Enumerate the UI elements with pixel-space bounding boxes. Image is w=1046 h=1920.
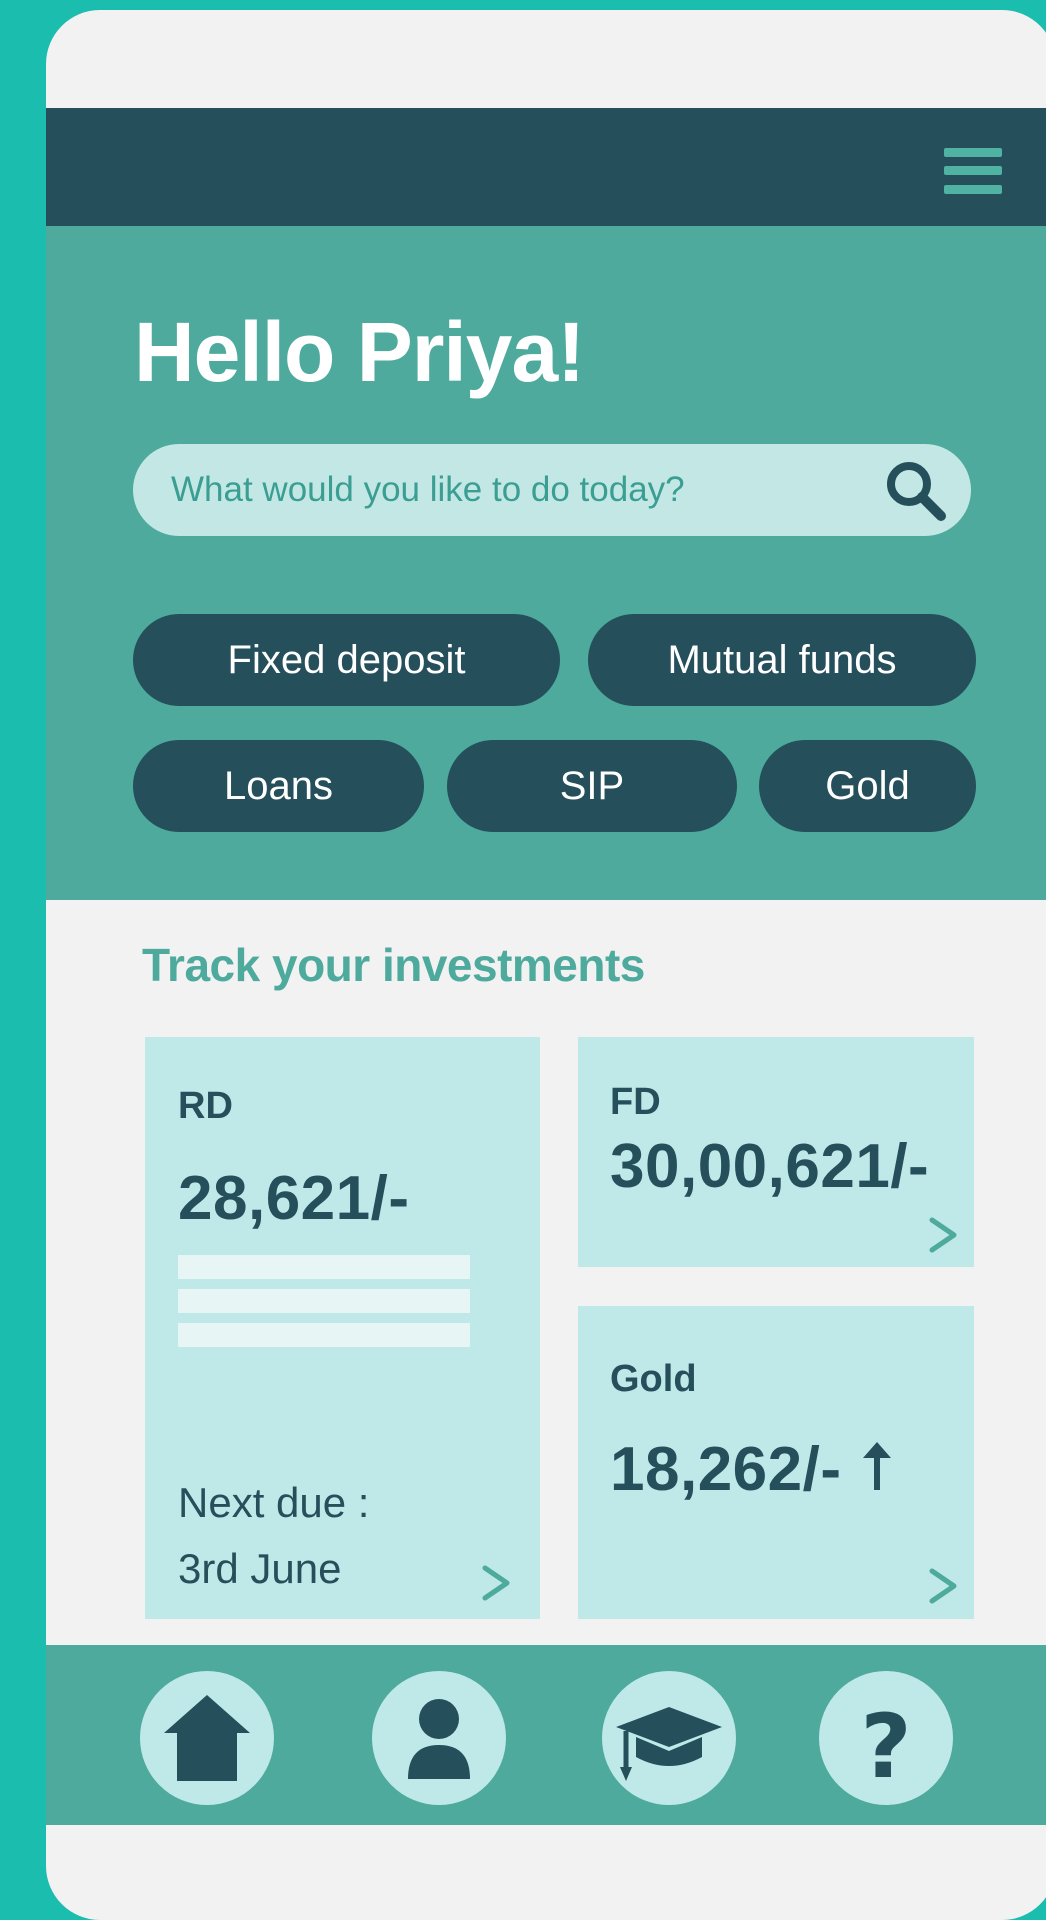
gold-value: 18,262/-: [610, 1435, 842, 1504]
gold-card[interactable]: Gold 18,262/-: [578, 1306, 974, 1619]
hero-section: Hello Priya! What would you like to do t…: [46, 226, 1046, 900]
chip-gold[interactable]: Gold: [759, 740, 976, 832]
phone-frame: Hello Priya! What would you like to do t…: [46, 10, 1046, 1920]
arrow-up-icon: [862, 1442, 892, 1492]
placeholder-line: [178, 1255, 470, 1279]
fd-card[interactable]: FD 30,00,621/-: [578, 1037, 974, 1267]
nav-help-button[interactable]: ?: [819, 1671, 953, 1805]
graduation-cap-icon: [616, 1707, 722, 1781]
svg-text:?: ?: [860, 1695, 911, 1798]
nav-home-button[interactable]: [140, 1671, 274, 1805]
gold-label: Gold: [610, 1358, 697, 1400]
section-title: Track your investments: [142, 939, 645, 991]
chip-sip[interactable]: SIP: [447, 740, 737, 832]
rd-label: RD: [178, 1085, 233, 1127]
search-input[interactable]: What would you like to do today?: [133, 444, 971, 536]
search-placeholder: What would you like to do today?: [171, 470, 685, 509]
chevron-right-icon[interactable]: [928, 1568, 958, 1604]
chip-loans[interactable]: Loans: [133, 740, 424, 832]
chip-mutual-funds[interactable]: Mutual funds: [588, 614, 976, 706]
rd-card[interactable]: RD 28,621/- Next due : 3rd June: [145, 1037, 540, 1619]
placeholder-line: [178, 1323, 470, 1347]
fd-value: 30,00,621/-: [610, 1132, 930, 1201]
rd-value: 28,621/-: [178, 1164, 410, 1233]
profile-icon: [408, 1699, 470, 1779]
chevron-right-icon[interactable]: [928, 1217, 958, 1253]
chip-fixed-deposit[interactable]: Fixed deposit: [133, 614, 560, 706]
placeholder-line: [178, 1289, 470, 1313]
chevron-right-icon[interactable]: [481, 1565, 511, 1601]
fd-label: FD: [610, 1081, 661, 1123]
nav-learn-button[interactable]: [602, 1671, 736, 1805]
nav-profile-button[interactable]: [372, 1671, 506, 1805]
home-icon: [164, 1695, 250, 1781]
search-icon[interactable]: [883, 458, 951, 522]
hamburger-menu-icon[interactable]: [944, 148, 1002, 194]
greeting-heading: Hello Priya!: [134, 305, 585, 399]
next-due-date: 3rd June: [178, 1545, 342, 1592]
next-due-label: Next due :: [178, 1479, 370, 1526]
bottom-navigation: ?: [46, 1645, 1046, 1825]
help-icon: ?: [860, 1695, 911, 1798]
top-app-bar: [46, 108, 1046, 226]
